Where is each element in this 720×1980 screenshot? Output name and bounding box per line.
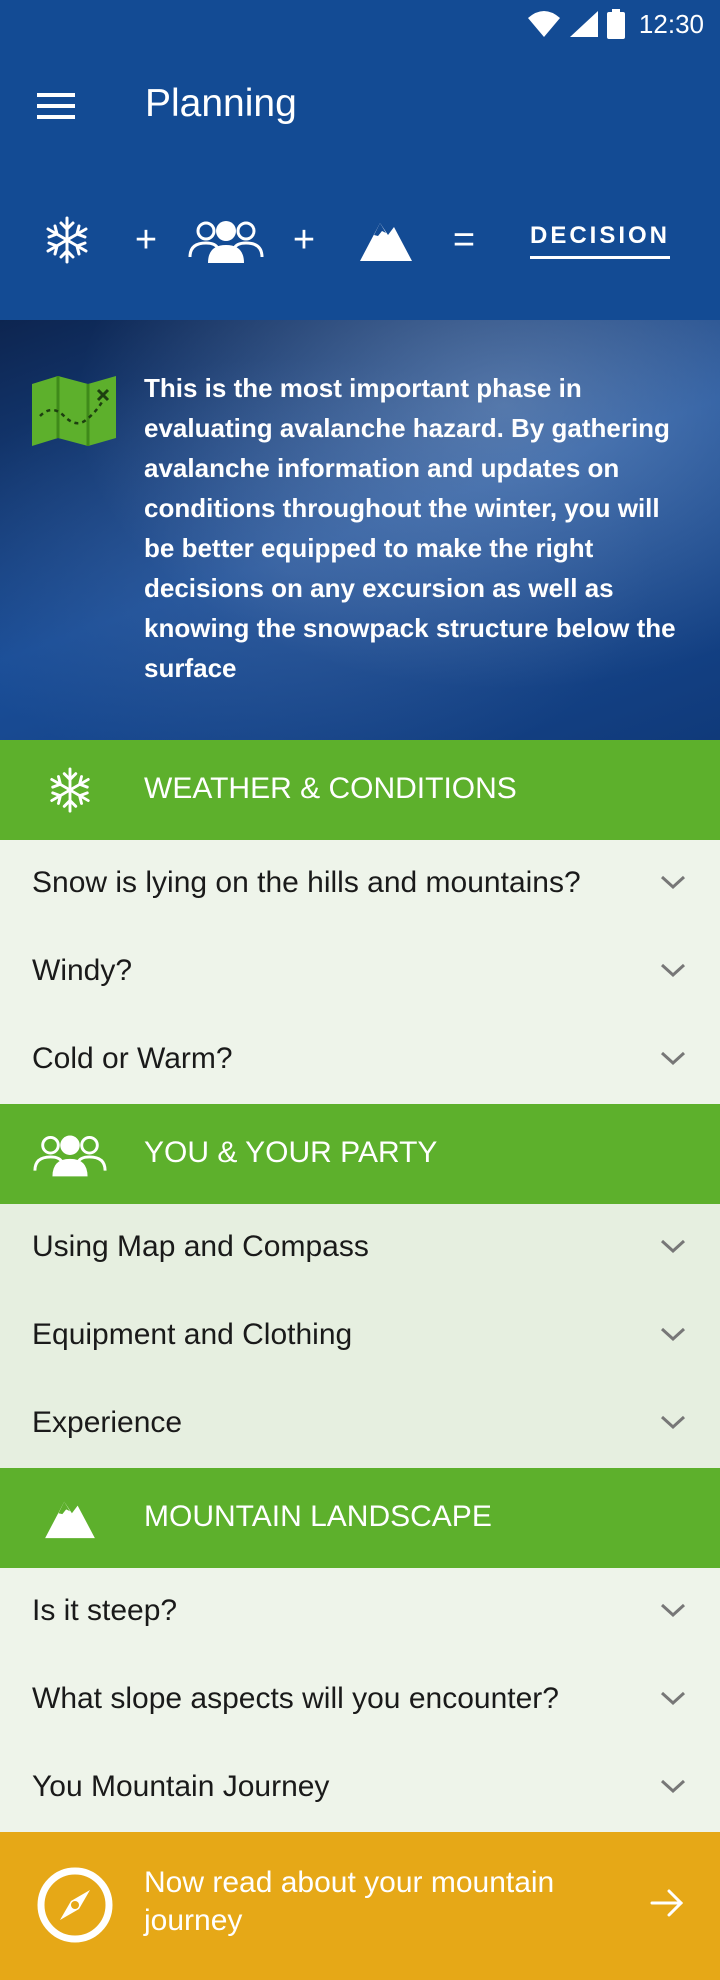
status-time: 12:30 [638,8,704,39]
status-bar: 12:30 [0,0,720,48]
chevron-down-icon [660,875,686,890]
list-item-label: What slope aspects will you encounter? [32,1682,559,1715]
app-bar: 12:30 Planning + + = DECISION [0,0,720,320]
section-title: YOU & YOUR PARTY [144,1136,438,1169]
list-item[interactable]: You Mountain Journey [0,1744,720,1833]
chevron-down-icon [660,1051,686,1066]
group-icon [33,1135,107,1177]
list-item[interactable]: Using Map and Compass [0,1204,720,1293]
signal-icon [569,11,598,37]
list-item[interactable]: Equipment and Clothing [0,1292,720,1381]
battery-icon [606,9,625,39]
formula-plus: + [134,218,158,261]
section-party-header: YOU & YOUR PARTY [0,1104,720,1204]
list-item[interactable]: Is it steep? [0,1568,720,1657]
map-icon [32,376,116,446]
journey-cta-button[interactable]: Now read about your mountain journey [0,1832,720,1980]
formula-party [184,200,268,280]
journey-cta-label: Now read about your mountain journey [144,1866,555,1937]
formula-equals: = [452,218,476,261]
intro-text: This is the most important phase in eval… [144,373,676,683]
list-item-label: Experience [32,1406,183,1439]
arrow-right-icon [650,1889,684,1917]
list-item[interactable]: Experience [0,1380,720,1469]
menu-button[interactable] [28,78,84,134]
toolbar: Planning [0,48,720,160]
section-weather-header: WEATHER & CONDITIONS [0,740,720,840]
list-item-label: You Mountain Journey [32,1770,330,1803]
list-item[interactable]: What slope aspects will you encounter? [0,1656,720,1745]
intro-banner: This is the most important phase in eval… [0,320,720,740]
list-item[interactable]: Snow is lying on the hills and mountains… [0,840,720,929]
section-landscape-header: MOUNTAIN LANDSCAPE [0,1468,720,1568]
list-item-label: Windy? [32,954,133,987]
chevron-down-icon [660,1239,686,1254]
section-title: MOUNTAIN LANDSCAPE [144,1500,492,1533]
hamburger-icon [37,93,75,119]
wifi-icon [527,11,560,37]
mountain-icon [45,1501,95,1539]
list-item[interactable]: Cold or Warm? [0,1016,720,1105]
list-item-label: Equipment and Clothing [32,1318,353,1351]
list-item-label: Is it steep? [32,1594,178,1627]
mountain-icon [360,223,412,261]
chevron-down-icon [660,963,686,978]
formula-plus: + [292,218,316,261]
snowflake-icon [46,216,88,264]
list-item-label: Using Map and Compass [32,1230,369,1263]
chevron-down-icon [660,1415,686,1430]
decision-link[interactable]: DECISION [530,222,671,259]
chevron-down-icon [660,1603,686,1618]
list-item-label: Snow is lying on the hills and mountains… [32,866,581,899]
chevron-down-icon [660,1691,686,1706]
list-item[interactable]: Windy? [0,928,720,1017]
section-title: WEATHER & CONDITIONS [144,772,517,805]
chevron-down-icon [660,1327,686,1342]
page-title: Planning [145,82,297,125]
compass-icon [37,1867,113,1943]
list-item-label: Cold or Warm? [32,1042,233,1075]
formula-terrain [356,200,416,280]
group-icon [188,221,264,263]
snowflake-icon [50,767,90,813]
formula-weather [36,200,98,280]
chevron-down-icon [660,1779,686,1794]
